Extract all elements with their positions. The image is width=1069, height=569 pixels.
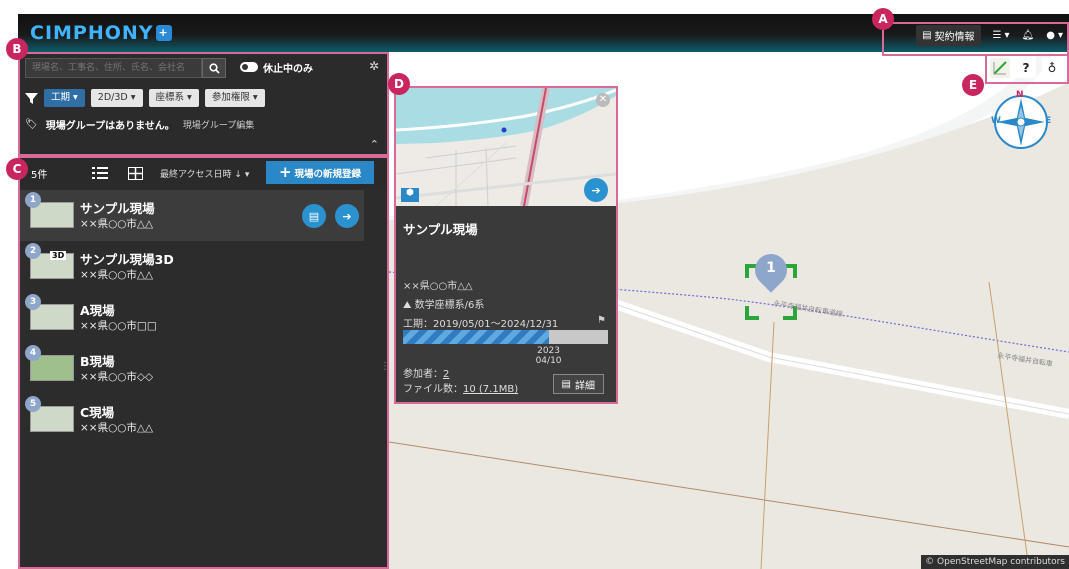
compass-rose <box>994 95 1048 149</box>
callout-b: B <box>6 38 28 60</box>
popup-members: 参加者：2 <box>403 365 449 380</box>
compass-w-label: W <box>991 116 1001 126</box>
detail-button[interactable]: ▤ 詳細 <box>552 374 604 394</box>
coord-system-text: 数学座標系/6系 <box>414 300 485 311</box>
callout-c-outline <box>18 156 389 569</box>
popup-files: ファイル数：10 (7.1MB) <box>403 380 518 395</box>
progress-year: 2023 <box>537 346 560 356</box>
callout-c: C <box>6 158 28 180</box>
document-icon: ▤ <box>561 378 571 390</box>
period-progress-fill <box>403 330 549 344</box>
enter-site-icon[interactable]: ➔ <box>584 178 608 202</box>
marker-number: 1 <box>766 260 776 276</box>
detail-label: 詳細 <box>575 380 595 392</box>
callout-a: A <box>872 8 894 30</box>
compass-e-label: E <box>1045 116 1052 126</box>
map-attribution[interactable]: © OpenStreetMap contributors <box>921 555 1069 569</box>
popup-coord-system: ⛰︎ 数学座標系/6系 <box>403 296 484 311</box>
members-label: 参加者： <box>403 369 443 380</box>
coordinate-icon: ⛰︎ <box>403 300 412 311</box>
period-progress-bar <box>403 330 608 344</box>
files-label: ファイル数： <box>403 384 463 395</box>
logo-text: CIMPHONY <box>30 22 154 44</box>
popup-site-name: サンプル現場 <box>403 222 478 237</box>
members-link[interactable]: 2 <box>443 369 449 380</box>
logo-plus-icon: + <box>155 25 172 41</box>
callout-d: D <box>388 73 410 95</box>
popup-period: 工期：2019/05/01～2024/12/31 <box>403 319 559 330</box>
callout-a-outline <box>882 22 1069 56</box>
callout-e: E <box>962 74 984 96</box>
popup-address: ××県○○市△△ <box>403 281 473 292</box>
callout-e-outline <box>985 54 1069 84</box>
popup-map-preview: ⬢ ➔ <box>396 88 616 206</box>
app-logo[interactable]: CIMPHONY + <box>30 22 172 44</box>
tag-icon[interactable]: ⬢ <box>401 188 419 202</box>
flag-icon: ⚑ <box>597 315 606 326</box>
app-root: N W E 1 永平寺福井自転車道線 永平寺福井自転車 © OpenStreet… <box>0 0 1069 569</box>
compass-n-label: N <box>1016 90 1024 100</box>
site-map-marker[interactable]: 1 <box>745 247 797 320</box>
files-link[interactable]: 10 (7.1MB) <box>463 384 518 395</box>
callout-b-outline <box>18 52 389 156</box>
close-icon[interactable]: ✕ <box>596 93 610 107</box>
popup-map-canvas <box>396 88 616 206</box>
progress-day: 04/10 <box>535 356 562 366</box>
progress-date-label: 2023 04/10 <box>529 346 569 366</box>
site-popup: ⬢ ➔ ✕ サンプル現場 ××県○○市△△ ⛰︎ 数学座標系/6系 工期：201… <box>394 86 618 404</box>
